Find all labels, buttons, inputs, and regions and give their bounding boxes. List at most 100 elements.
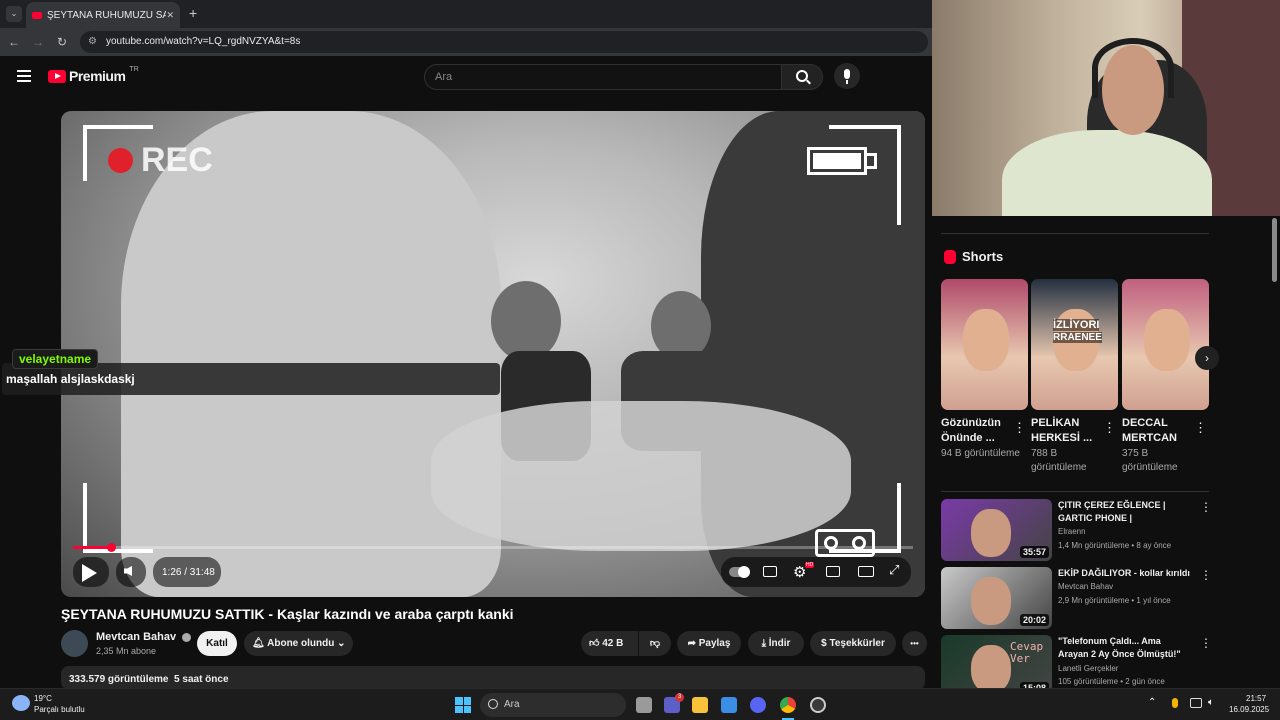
headphones-icon [1092,38,1174,98]
short-menu-icon[interactable]: ⋮ [1013,420,1026,436]
reload-icon[interactable]: ↻ [54,34,70,50]
video-menu-icon[interactable]: ⋮ [1200,636,1212,650]
progress-scrubber[interactable] [106,543,116,552]
chrome-icon[interactable] [780,697,796,713]
weather-text: Parçalı bulutlu [34,705,85,714]
thanks-label: Teşekkürler [829,638,885,649]
short-title[interactable]: PELİKAN HERKESİ ... [1031,416,1109,446]
shorts-next-button[interactable]: › [1195,346,1219,370]
voice-search-button[interactable] [834,63,860,89]
start-icon[interactable] [455,697,471,713]
task-view-icon[interactable] [636,697,652,713]
thumbnail-overlay-text: Cevap Ver [1010,640,1044,665]
rec-dot-icon [108,148,133,173]
youtube-header: Premium TR Ara [0,56,932,96]
photos-icon[interactable] [721,697,737,713]
short-menu-icon[interactable]: ⋮ [1103,420,1116,436]
video-channel[interactable]: Lanetli Gerçekler [1058,664,1118,673]
play-icon[interactable] [82,564,97,582]
tab-close-icon[interactable]: ✕ [166,10,174,21]
channel-name-text: Mevtcan Bahav [96,631,177,643]
logo-text: Premium [69,68,126,84]
short-title[interactable]: Gözünüzün Önünde ... [941,416,1019,446]
short-menu-icon[interactable]: ⋮ [1194,420,1207,436]
video-frame [121,111,501,597]
short-thumbnail[interactable]: İZLİYORI RRAENEE [1031,279,1118,410]
fullscreen-icon[interactable]: ⤢ [889,562,899,578]
browser-tab[interactable]: ŞEYTANA RUHUMUZU SATTIK ✕ [26,2,180,28]
video-channel[interactable]: Mevtcan Bahav [1058,582,1113,591]
thumbnail-face [971,577,1011,625]
video-menu-icon[interactable]: ⋮ [1200,568,1212,582]
subtitles-icon[interactable] [763,566,777,577]
progress-bar[interactable] [73,546,913,549]
search-input[interactable]: Ara [424,64,782,90]
chevron-up-icon[interactable]: ⌃ [1148,697,1156,708]
webcam-overlay [932,0,1280,216]
obs-icon[interactable] [810,697,826,713]
video-title-link[interactable]: EKİP DAĞILIYOR - kollar kırıldı [1058,567,1193,580]
discord-icon[interactable] [750,697,766,713]
youtube-logo[interactable]: Premium TR [48,66,139,84]
chevron-down-icon: ⌄ [337,638,346,649]
video-thumbnail[interactable]: 20:02 [941,567,1052,629]
video-title-link[interactable]: ÇITIR ÇEREZ EĞLENCE | GARTIC PHONE | [1058,499,1193,525]
channel-avatar[interactable] [61,630,88,657]
video-channel[interactable]: Elraenn [1058,527,1086,536]
teams-badge: 3 [675,693,684,702]
webcam-person-body [1002,130,1212,216]
video-menu-icon[interactable]: ⋮ [1200,500,1212,514]
sidebar-divider [941,491,1209,492]
short-views: 788 B görüntüleme [1031,448,1087,473]
menu-icon[interactable] [17,70,31,82]
search-button[interactable] [781,64,823,90]
file-explorer-icon[interactable] [692,697,708,713]
short-title[interactable]: DECCAL MERTCAN [1122,416,1200,446]
tab-list-button[interactable]: ⌄ [6,6,22,22]
download-icon: ⤓ [761,638,769,649]
video-title-link[interactable]: "Telefonum Çaldı... Ama Arayan 2 Ay Önce… [1058,635,1193,661]
short-thumbnail-face [963,309,1009,371]
new-tab-button[interactable]: + [189,5,197,21]
short-thumbnail[interactable] [1122,279,1209,410]
theater-mode-icon[interactable] [858,566,874,577]
scrollbar[interactable] [1272,218,1277,282]
download-button[interactable]: ⤓ İndir [748,631,804,656]
hd-badge: HD [805,562,815,568]
video-meta: 1,4 Mn görüntüleme • 8 ay önce [1058,541,1172,550]
short-thumbnail[interactable] [941,279,1028,410]
thanks-button[interactable]: $ Teşekkürler [810,631,896,656]
video-thumbnail[interactable]: 35:57 [941,499,1052,561]
mic-tray-icon[interactable] [1172,698,1178,708]
video-duration: 35:57 [1019,546,1049,558]
taskbar-search-text: Ara [504,699,520,710]
share-button[interactable]: ➦ Paylaş [677,631,741,656]
dislike-button[interactable]: 👎︎ [639,631,671,656]
miniplayer-icon[interactable] [826,566,840,577]
autoplay-toggle[interactable] [729,566,750,578]
video-hands [431,401,851,551]
subscribed-button[interactable]: 🔔︎ Abone olundu ⌄ [244,631,353,656]
url-text: youtube.com/watch?v=LQ_rgdNVZYA&t=8s [106,36,301,47]
more-actions-button[interactable]: ••• [902,631,927,656]
subscribed-label: Abone olundu [267,638,335,649]
video-player[interactable]: REC 1:26 / 31:48 ⚙ HD ⤢ [61,111,925,597]
join-button[interactable]: Katıl [197,631,237,656]
like-button[interactable]: 👍︎ 42 B [581,631,638,656]
taskbar-search[interactable]: Ara [480,693,626,717]
share-label: Paylaş [698,638,731,649]
clock-date[interactable]: 16.09.2025 [1229,705,1269,714]
weather-icon[interactable] [12,695,30,711]
time-display: 1:26 / 31:48 [162,567,215,578]
network-icon[interactable] [1190,698,1202,708]
rec-frame-corner [83,483,153,553]
site-info-icon[interactable]: ⚙ [88,31,97,53]
thumbnail-face [971,509,1011,557]
back-icon[interactable]: ← [6,34,22,50]
speaker-icon[interactable]: 🔈︎ [1208,697,1214,708]
address-bar[interactable]: ⚙ youtube.com/watch?v=LQ_rgdNVZYA&t=8s [80,31,928,53]
description-box[interactable]: 333.579 görüntüleme 5 saat önce [61,666,925,690]
channel-name[interactable]: Mevtcan Bahav [96,631,192,643]
forward-icon[interactable]: → [30,34,46,50]
clock-time[interactable]: 21:57 [1246,694,1266,703]
